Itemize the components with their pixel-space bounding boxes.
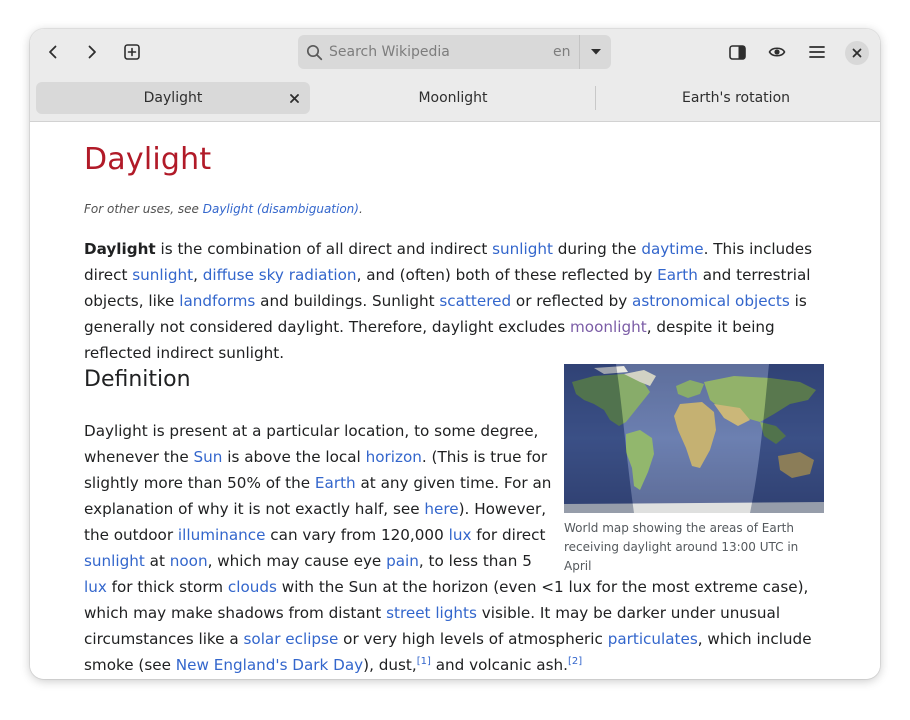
back-arrow-icon (49, 45, 57, 59)
forward-button[interactable] (75, 37, 109, 67)
article-link[interactable]: sunlight (132, 266, 193, 284)
eye-icon (768, 47, 786, 57)
definition-paragraph: Daylight is present at a particular loca… (84, 418, 824, 678)
article-link[interactable]: astronomical objects (632, 292, 790, 310)
text-run: , and (often) both of these reflected by (356, 266, 658, 284)
language-label: en (553, 44, 571, 60)
article-link[interactable]: scattered (439, 292, 511, 310)
browser-window: en (30, 29, 880, 679)
article-link[interactable]: lux (449, 526, 472, 544)
text-run: for thick storm (106, 578, 228, 596)
text-run: and volcanic ash. (430, 656, 568, 674)
citation: [2] (568, 656, 582, 667)
text-run: , which may cause eye (207, 552, 387, 570)
text-run: , to less than 5 (418, 552, 532, 570)
text-run: ), dust, (363, 656, 417, 674)
search-input[interactable] (329, 41, 543, 63)
article-link[interactable]: sunlight (492, 240, 553, 258)
tab-bar: Daylight Moonlight Earth's rotation (30, 77, 880, 122)
article-link[interactable]: illuminance (178, 526, 266, 544)
citation: [1] (417, 656, 431, 667)
text-run: and buildings. Sunlight (255, 292, 440, 310)
article-link[interactable]: New England's Dark Day (176, 656, 363, 674)
article-content: Daylight For other uses, see Daylight (d… (30, 122, 880, 679)
article-link[interactable]: landforms (179, 292, 255, 310)
window-close-button[interactable] (845, 41, 869, 65)
article-link[interactable]: sunlight (84, 552, 145, 570)
article-link[interactable]: moonlight (570, 318, 647, 336)
text-run: can vary from 120,000 (265, 526, 449, 544)
article-link[interactable]: here (424, 500, 458, 518)
page-title: Daylight (84, 142, 212, 177)
article-link[interactable]: pain (386, 552, 419, 570)
article-link[interactable]: Earth (315, 474, 356, 492)
sidebar-toggle-button[interactable] (720, 37, 754, 67)
search-box[interactable]: en (298, 35, 611, 69)
header-bar: en (30, 29, 880, 77)
chevron-down-icon (591, 49, 601, 55)
text-run: for direct (471, 526, 546, 544)
hamburger-menu-icon (809, 46, 825, 58)
tab-label: Earth's rotation (681, 90, 791, 106)
search-icon (306, 44, 323, 61)
tab-daylight[interactable]: Daylight (36, 82, 310, 114)
citation-link[interactable]: [1] (417, 656, 431, 667)
new-tab-button[interactable] (115, 37, 149, 67)
tab-moonlight[interactable]: Moonlight (316, 82, 590, 114)
hatnote-prefix: For other uses, see (84, 202, 203, 216)
citation-link[interactable]: [2] (568, 656, 582, 667)
text-run: or very high levels of atmospheric (338, 630, 608, 648)
forward-arrow-icon (88, 45, 96, 59)
hatnote-link[interactable]: Daylight (disambiguation) (203, 202, 359, 216)
hatnote-suffix: . (358, 202, 363, 216)
section-heading-definition: Definition (84, 367, 191, 392)
article-link[interactable]: clouds (228, 578, 277, 596)
intro-paragraph: Daylight is the combination of all direc… (84, 236, 819, 366)
figure-float-spacer (552, 418, 824, 568)
article-link[interactable]: street lights (386, 604, 477, 622)
tab-separator (595, 86, 596, 110)
reading-mode-button[interactable] (760, 37, 794, 67)
article-link[interactable]: diffuse sky radiation (203, 266, 357, 284)
text-run: is the combination of all direct and ind… (155, 240, 493, 258)
article-link[interactable]: Earth (657, 266, 698, 284)
article-link[interactable]: horizon (366, 448, 422, 466)
text-run: at (144, 552, 170, 570)
text-run: or reflected by (511, 292, 633, 310)
text-run: during the (552, 240, 642, 258)
article-link[interactable]: Sun (194, 448, 223, 466)
article-link[interactable]: particulates (608, 630, 698, 648)
text-run: , (193, 266, 203, 284)
tab-earths-rotation[interactable]: Earth's rotation (599, 82, 873, 114)
article-link[interactable]: daytime (641, 240, 703, 258)
bold-term: Daylight (84, 240, 156, 258)
article-link[interactable]: noon (170, 552, 208, 570)
language-dropdown-button[interactable] (579, 35, 612, 69)
tab-label: Moonlight (418, 90, 488, 106)
tab-close-button[interactable] (286, 90, 302, 106)
tab-label: Daylight (143, 90, 203, 106)
close-icon (852, 48, 862, 58)
article-link[interactable]: lux (84, 578, 107, 596)
sidebar-icon (728, 44, 746, 60)
back-button[interactable] (36, 37, 70, 67)
text-run: is above the local (222, 448, 366, 466)
new-tab-icon (124, 44, 140, 60)
article-link[interactable]: solar eclipse (243, 630, 338, 648)
close-icon (289, 93, 299, 103)
main-menu-button[interactable] (800, 37, 834, 67)
hatnote: For other uses, see Daylight (disambigua… (84, 202, 363, 216)
